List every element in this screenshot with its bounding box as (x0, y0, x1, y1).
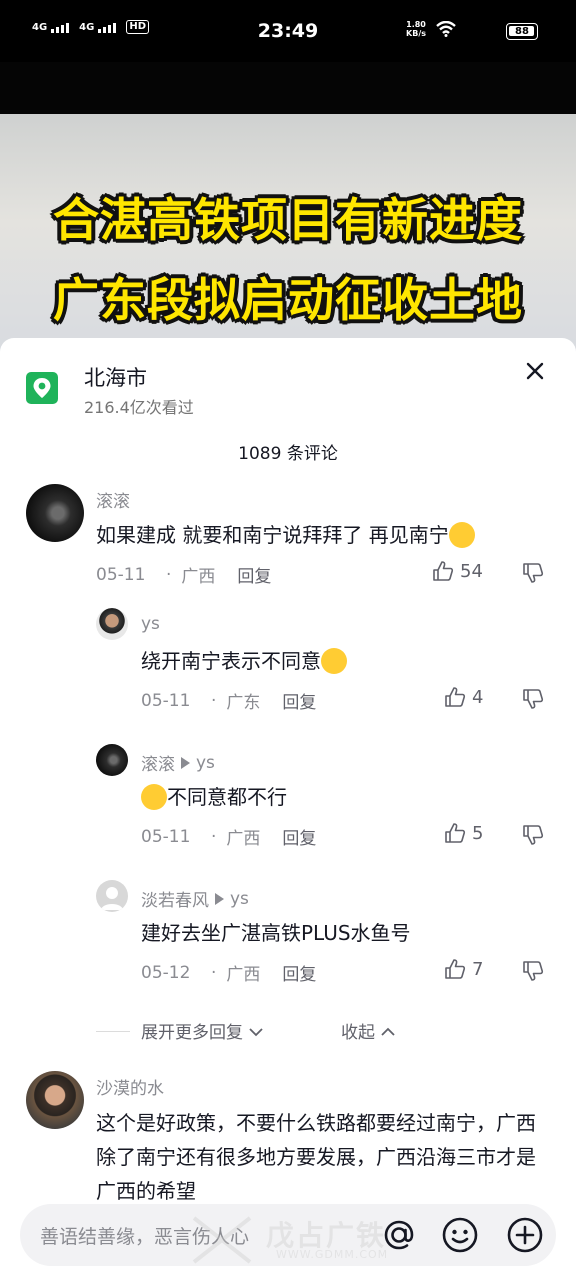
laugh-cry-emoji-icon (321, 647, 347, 674)
comment-body: 绕开南宁表示不同意 (141, 649, 321, 673)
watermark-url: WWW.GDMM.COM (276, 1248, 389, 1261)
comment-username[interactable]: 滚滚 ys (141, 750, 215, 776)
comment-text: 绕开南宁表示不同意 (141, 644, 347, 678)
username-text[interactable]: 沙漠的水 (96, 1074, 164, 1099)
username-text[interactable]: 滚滚 (96, 487, 130, 512)
video-player[interactable]: 合湛高铁项目有新进度 广东段拟启动征收土地 (0, 114, 576, 354)
comment-date: 05-11 (141, 826, 191, 847)
comment-body: 这个是好政策，不要什么铁路都要经过南宁，广西除了南宁还有很多地方要发展，广西沿海… (96, 1111, 536, 1203)
wifi-icon (436, 21, 456, 37)
reply-arrow-icon (181, 756, 190, 769)
grin-emoji-icon (141, 783, 167, 810)
meta-dot: · (211, 962, 217, 983)
network-speed-unit: KB/s (406, 29, 426, 38)
video-top-band (0, 62, 576, 114)
comment-username[interactable]: 滚滚 (96, 487, 130, 512)
comment-region: 广西 (226, 829, 261, 849)
comment-date: 05-11 (141, 690, 191, 711)
comment-region: 广东 (226, 693, 261, 713)
status-right: 1.80 KB/s (406, 20, 456, 38)
thumbs-up-icon (445, 687, 466, 707)
video-headline-line1: 合湛高铁项目有新进度 (53, 193, 523, 247)
meta-dot: · (211, 826, 217, 847)
comment-meta: 05-12 · 广西 回复 (141, 960, 316, 986)
like-button[interactable]: 54 (432, 560, 483, 582)
expand-label[interactable]: 展开更多回复 (141, 1023, 243, 1043)
location-views: 216.4亿次看过 (84, 398, 194, 417)
watermark-mark-icon (192, 1216, 252, 1264)
like-count: 5 (472, 822, 484, 844)
comment-sheet: 北海市 216.4亿次看过 1089 条评论 滚滚 如果建成 就要和南宁说拜拜了… (0, 338, 576, 1280)
comment-date: 05-12 (141, 962, 191, 983)
reply-button[interactable]: 回复 (282, 960, 316, 985)
thumbs-down-icon[interactable] (522, 960, 544, 982)
avatar[interactable] (96, 880, 128, 912)
thumbs-up-icon (445, 823, 466, 843)
reply-button[interactable]: 回复 (282, 688, 316, 713)
comment-username[interactable]: 沙漠的水 (96, 1074, 164, 1099)
comment-username[interactable]: 淡若春风 ys (141, 886, 249, 912)
chevron-down-icon (249, 1028, 264, 1037)
thread-divider (96, 1031, 130, 1032)
reply-to-username[interactable]: ys (230, 889, 249, 909)
default-avatar-icon (101, 887, 123, 910)
clock: 23:49 (257, 20, 319, 42)
username-text[interactable]: 淡若春风 (141, 886, 209, 911)
reply-to-username[interactable]: ys (196, 753, 215, 773)
like-button[interactable]: 4 (444, 686, 483, 708)
comment-body: 不同意都不行 (167, 785, 287, 809)
location-pin-icon[interactable] (26, 372, 58, 404)
comment-meta: 05-11 · 广东 回复 (141, 688, 316, 714)
add-icon[interactable] (506, 1216, 544, 1254)
username-text[interactable]: 滚滚 (141, 750, 175, 775)
avatar[interactable] (26, 484, 84, 542)
emoji-icon[interactable] (441, 1216, 479, 1254)
thumbs-down-icon[interactable] (522, 562, 544, 584)
comment-username[interactable]: ys (141, 614, 160, 634)
comment-count: 1089 条评论 (238, 444, 338, 464)
thumbs-up-icon (433, 561, 454, 581)
comment-meta: 05-11 · 广西 回复 (96, 562, 271, 588)
comment-region: 广西 (181, 567, 216, 587)
avatar[interactable] (96, 744, 128, 776)
meta-dot: · (166, 564, 172, 585)
status-bar: 4G 4G HD 23:49 1.80 KB/s 88 (0, 0, 576, 62)
like-button[interactable]: 5 (444, 822, 483, 844)
meta-dot: · (211, 690, 217, 711)
network-speed: 1.80 KB/s (406, 20, 426, 38)
comment-date: 05-11 (96, 564, 146, 585)
expand-replies-button[interactable]: 展开更多回复 (141, 1018, 264, 1043)
comment-text: 不同意都不行 (141, 780, 287, 814)
username-text[interactable]: ys (141, 614, 160, 634)
thumbs-down-icon[interactable] (522, 824, 544, 846)
thumbs-up-icon (445, 959, 466, 979)
comment-text: 建好去坐广湛高铁PLUS水鱼号 (141, 916, 411, 950)
comment-text: 这个是好政策，不要什么铁路都要经过南宁，广西除了南宁还有很多地方要发展，广西沿海… (96, 1106, 542, 1208)
like-count: 54 (460, 560, 483, 582)
comment-body: 如果建成 就要和南宁说拜拜了 再见南宁 (96, 523, 449, 547)
avatar[interactable] (26, 1071, 84, 1129)
comment-text: 如果建成 就要和南宁说拜拜了 再见南宁 (96, 518, 556, 552)
grin-emoji-icon (448, 521, 475, 548)
avatar[interactable] (96, 608, 128, 640)
reply-arrow-icon (215, 892, 224, 905)
chevron-up-icon (381, 1027, 396, 1036)
close-icon[interactable] (520, 356, 550, 386)
thumbs-down-icon[interactable] (522, 688, 544, 710)
comment-region: 广西 (226, 965, 261, 985)
network-speed-value: 1.80 (406, 20, 426, 29)
watermark-logo: 戊占广铁 WWW.GDMM.COM (190, 1212, 400, 1272)
reply-button[interactable]: 回复 (237, 562, 271, 587)
collapse-label[interactable]: 收起 (341, 1023, 375, 1043)
collapse-replies-button[interactable]: 收起 (341, 1018, 396, 1043)
comment-meta: 05-11 · 广西 回复 (141, 824, 316, 850)
like-count: 4 (472, 686, 484, 708)
like-count: 7 (472, 958, 484, 980)
comment-body: 建好去坐广湛高铁PLUS水鱼号 (141, 921, 411, 945)
battery-level: 88 (515, 26, 529, 37)
reply-button[interactable]: 回复 (282, 824, 316, 849)
like-button[interactable]: 7 (444, 958, 483, 980)
location-name[interactable]: 北海市 (84, 362, 147, 392)
video-headline-line2: 广东段拟启动征收土地 (53, 273, 523, 327)
